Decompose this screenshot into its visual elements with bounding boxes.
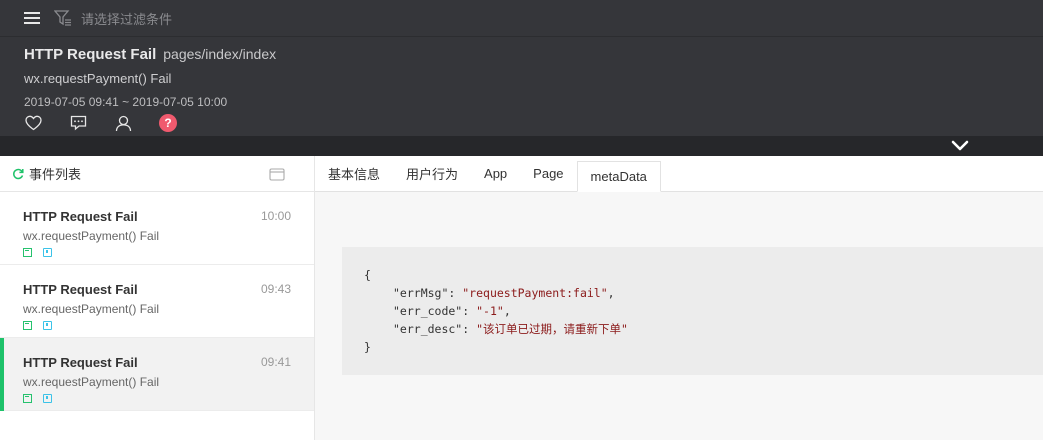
event-info: HTTP Request Fail pages/index/index wx.r…	[0, 37, 1043, 134]
top-bar: 请选择过滤条件	[0, 0, 1043, 37]
detail-panel: 基本信息 用户行为 App Page metaData { "errMsg": …	[315, 156, 1043, 440]
event-item-subtitle: wx.requestPayment() Fail	[23, 375, 160, 389]
event-subtitle: wx.requestPayment() Fail	[24, 71, 172, 86]
event-item-subtitle: wx.requestPayment() Fail	[23, 229, 160, 243]
tab-page[interactable]: Page	[520, 155, 576, 191]
detail-tabs: 基本信息 用户行为 App Page metaData	[315, 156, 1043, 192]
event-list-item[interactable]: HTTP Request Fail 09:43 wx.requestPaymen…	[0, 265, 314, 338]
event-item-time: 10:00	[260, 209, 291, 223]
metadata-json: { "errMsg": "requestPayment:fail", "err_…	[342, 247, 1043, 375]
action-icons: ?	[24, 112, 1019, 134]
json-line: "err_desc": "该订单已过期，请重新下单"	[393, 322, 628, 336]
event-item-title: HTTP Request Fail	[23, 282, 138, 297]
help-icon[interactable]: ?	[159, 114, 177, 132]
json-close-brace: }	[364, 340, 371, 354]
device-icon	[43, 394, 52, 403]
json-key: "errMsg"	[393, 286, 449, 300]
tab-metadata[interactable]: metaData	[576, 161, 661, 192]
json-key: "err_code"	[393, 304, 463, 318]
comment-icon[interactable]	[69, 114, 87, 132]
json-line: "err_code": "-1",	[393, 304, 511, 318]
event-list-header: 事件列表	[0, 156, 314, 192]
json-key: "err_desc"	[393, 322, 463, 336]
message-icon	[23, 321, 32, 330]
event-item-title: HTTP Request Fail	[23, 209, 138, 224]
tab-basic-info[interactable]: 基本信息	[315, 155, 393, 191]
json-value: "requestPayment:fail"	[462, 286, 608, 300]
json-open-brace: {	[364, 268, 371, 282]
event-list-panel: 事件列表 HTTP Request Fail 10:00 wx.requestP…	[0, 156, 315, 440]
event-header: 请选择过滤条件 HTTP Request Fail pages/index/in…	[0, 0, 1043, 156]
device-icon	[43, 321, 52, 330]
filter-input[interactable]: 请选择过滤条件	[81, 9, 172, 28]
user-icon[interactable]	[114, 114, 132, 132]
message-icon	[23, 248, 32, 257]
event-list-title: 事件列表	[29, 167, 82, 182]
menu-icon[interactable]	[24, 10, 40, 26]
device-icon	[43, 248, 52, 257]
json-value: "-1"	[476, 304, 504, 318]
message-icon	[23, 394, 32, 403]
refresh-icon[interactable]	[12, 168, 24, 180]
chevron-down-icon[interactable]	[951, 138, 969, 154]
folder-icon[interactable]	[269, 167, 285, 181]
filter-icon[interactable]	[54, 9, 72, 27]
header-collapse-bar	[0, 136, 1043, 156]
event-list-item-selected[interactable]: HTTP Request Fail 09:41 wx.requestPaymen…	[0, 338, 314, 411]
event-item-time: 09:43	[260, 282, 291, 296]
event-list-item[interactable]: HTTP Request Fail 10:00 wx.requestPaymen…	[0, 192, 314, 265]
tab-app[interactable]: App	[471, 155, 520, 191]
event-item-title: HTTP Request Fail	[23, 355, 138, 370]
heart-icon[interactable]	[24, 114, 42, 132]
event-item-time: 09:41	[260, 355, 291, 369]
event-title: HTTP Request Fail	[24, 46, 157, 63]
event-item-subtitle: wx.requestPayment() Fail	[23, 302, 160, 316]
json-value: "该订单已过期，请重新下单"	[476, 322, 628, 336]
page-path: pages/index/index	[163, 46, 277, 62]
json-line: "errMsg": "requestPayment:fail",	[393, 286, 615, 300]
tab-user-behavior[interactable]: 用户行为	[393, 155, 471, 191]
date-range: 2019-07-05 09:41 ~ 2019-07-05 10:00	[24, 95, 228, 109]
